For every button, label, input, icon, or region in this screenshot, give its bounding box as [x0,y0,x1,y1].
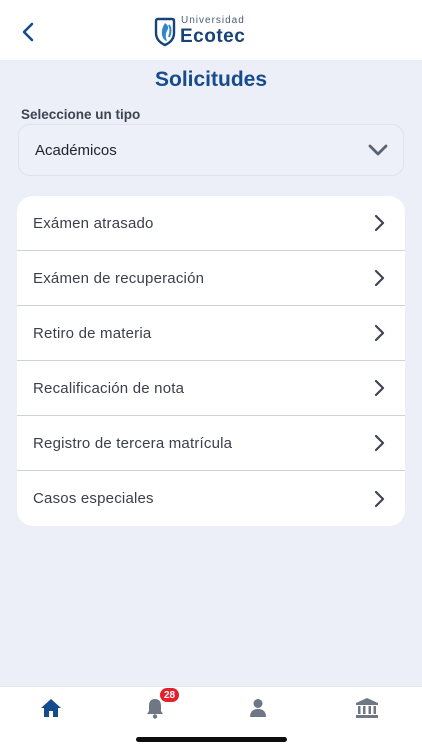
request-item-late-exam[interactable]: Exámen atrasado [17,196,405,251]
notification-badge: 28 [160,688,179,702]
chevron-right-icon [374,490,385,507]
bank-icon [356,698,378,718]
app-header: Universidad Ecotec [0,0,422,60]
logo-text-small: Universidad [181,15,245,26]
chevron-left-icon [22,22,34,42]
back-button[interactable] [14,18,42,46]
chevron-right-icon [374,324,385,342]
chevron-down-icon [368,144,388,156]
list-item-label: Retiro de materia [33,324,152,342]
tab-profile[interactable] [242,693,274,723]
home-indicator[interactable] [136,737,287,742]
list-item-label: Exámen de recuperación [33,269,205,287]
list-item-label: Casos especiales [33,490,154,507]
type-dropdown-value: Académicos [35,141,117,159]
type-selector-label: Seleccione un tipo [21,107,141,122]
logo-text-big: Ecotec [180,26,246,47]
home-icon [41,699,61,717]
type-dropdown[interactable]: Académicos [18,124,404,176]
request-item-course-withdrawal[interactable]: Retiro de materia [17,306,405,361]
request-item-recovery-exam[interactable]: Exámen de recuperación [17,251,405,306]
request-item-third-enrollment[interactable]: Registro de tercera matrícula [17,416,405,471]
tab-home[interactable] [35,693,67,723]
list-item-label: Recalificación de nota [33,379,185,397]
page-title: Solicitudes [154,68,268,91]
list-item-label: Exámen atrasado [33,214,154,232]
request-item-grade-review[interactable]: Recalificación de nota [17,361,405,416]
request-item-special-cases[interactable]: Casos especiales [17,471,405,526]
ecotec-logo: Universidad Ecotec [152,14,245,48]
chevron-right-icon [374,379,385,397]
chevron-right-icon [374,214,385,232]
tab-institution[interactable] [351,693,383,723]
list-item-label: Registro de tercera matrícula [33,434,233,452]
user-icon [250,699,266,717]
requests-list: Exámen atrasado Exámen de recuperación R… [17,196,405,526]
chevron-right-icon [374,269,385,287]
logo-mark-icon [154,17,176,47]
chevron-right-icon [374,434,385,452]
